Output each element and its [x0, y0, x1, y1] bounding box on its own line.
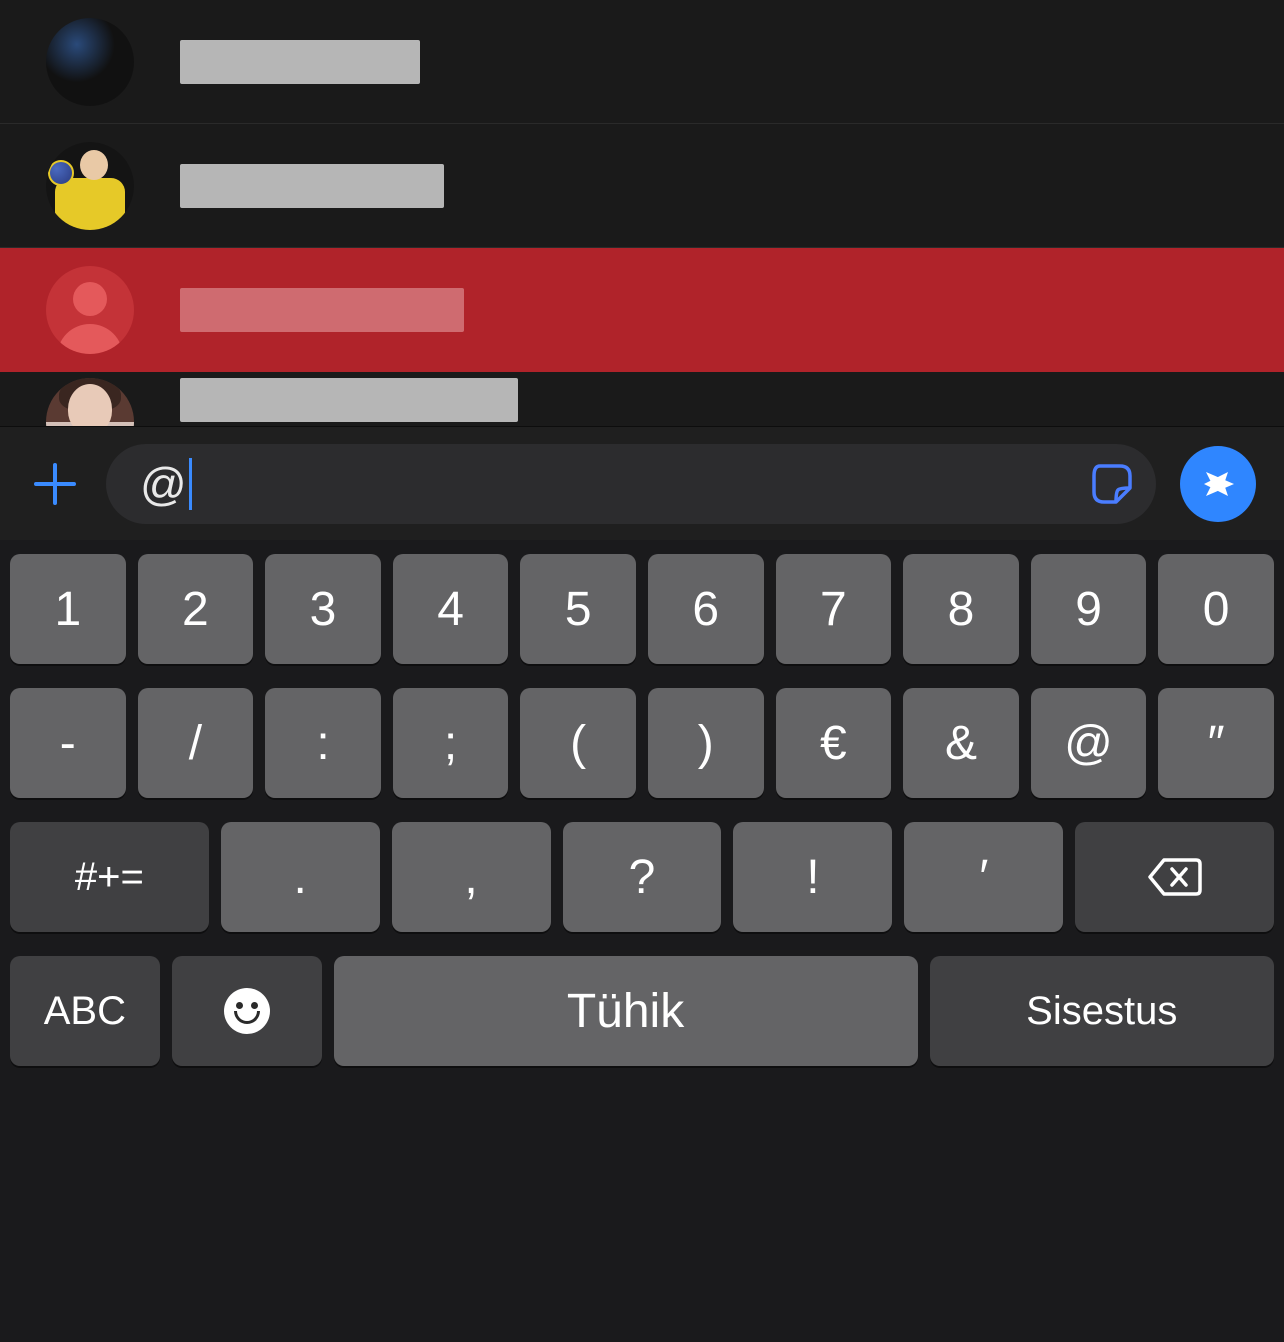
message-input-value: @ [140, 457, 192, 511]
key-abc[interactable]: ABC [10, 956, 160, 1066]
key-colon[interactable]: : [265, 688, 381, 798]
avatar [46, 18, 134, 106]
avatar [46, 378, 134, 426]
key-semicolon[interactable]: ; [393, 688, 509, 798]
key-emoji[interactable] [172, 956, 322, 1066]
key-euro[interactable]: € [776, 688, 892, 798]
avatar-placeholder [46, 266, 134, 354]
text-caret [189, 458, 192, 510]
mention-name-redacted [180, 288, 464, 332]
sticker-icon [1090, 462, 1134, 506]
plus-icon [32, 461, 78, 507]
key-enter[interactable]: Sisestus [930, 956, 1274, 1066]
key-at[interactable]: @ [1031, 688, 1147, 798]
mention-name-redacted [180, 164, 444, 208]
key-slash[interactable]: / [138, 688, 254, 798]
key-period[interactable]: . [221, 822, 380, 932]
mention-item-selected[interactable] [0, 248, 1284, 372]
mention-item[interactable] [0, 124, 1284, 248]
key-paren-open[interactable]: ( [520, 688, 636, 798]
key-exclaim[interactable]: ! [733, 822, 892, 932]
backspace-icon [1146, 856, 1204, 898]
key-ampersand[interactable]: & [903, 688, 1019, 798]
send-button[interactable] [1180, 446, 1256, 522]
key-dash[interactable]: - [10, 688, 126, 798]
key-question[interactable]: ? [563, 822, 722, 932]
avatar [46, 142, 134, 230]
key-4[interactable]: 4 [393, 554, 509, 664]
mention-name-redacted [180, 40, 420, 84]
key-7[interactable]: 7 [776, 554, 892, 664]
key-3[interactable]: 3 [265, 554, 381, 664]
keyboard-row-1: 1 2 3 4 5 6 7 8 9 0 [8, 554, 1276, 664]
key-2[interactable]: 2 [138, 554, 254, 664]
key-1[interactable]: 1 [10, 554, 126, 664]
key-more-symbols[interactable]: #+= [10, 822, 209, 932]
onscreen-keyboard: 1 2 3 4 5 6 7 8 9 0 - / : ; ( ) € & @ ″ … [0, 540, 1284, 1342]
keyboard-row-3: #+= . , ? ! ′ [8, 822, 1276, 932]
key-5[interactable]: 5 [520, 554, 636, 664]
sticker-button[interactable] [1088, 460, 1136, 508]
mention-name-redacted [180, 378, 518, 422]
key-double-prime[interactable]: ″ [1158, 688, 1274, 798]
message-input[interactable]: @ [106, 444, 1156, 524]
key-backspace[interactable] [1075, 822, 1274, 932]
emoji-icon [224, 988, 270, 1034]
key-9[interactable]: 9 [1031, 554, 1147, 664]
key-paren-close[interactable]: ) [648, 688, 764, 798]
attach-button[interactable] [28, 457, 82, 511]
message-input-bar: @ [0, 426, 1284, 540]
mention-item[interactable] [0, 372, 1284, 426]
mention-item[interactable] [0, 0, 1284, 124]
send-icon [1198, 464, 1238, 504]
keyboard-row-4: ABC Tühik Sisestus [8, 956, 1276, 1066]
key-prime[interactable]: ′ [904, 822, 1063, 932]
key-6[interactable]: 6 [648, 554, 764, 664]
keyboard-row-2: - / : ; ( ) € & @ ″ [8, 688, 1276, 798]
key-comma[interactable]: , [392, 822, 551, 932]
mention-suggestion-list [0, 0, 1284, 426]
key-8[interactable]: 8 [903, 554, 1019, 664]
key-space[interactable]: Tühik [334, 956, 918, 1066]
key-0[interactable]: 0 [1158, 554, 1274, 664]
